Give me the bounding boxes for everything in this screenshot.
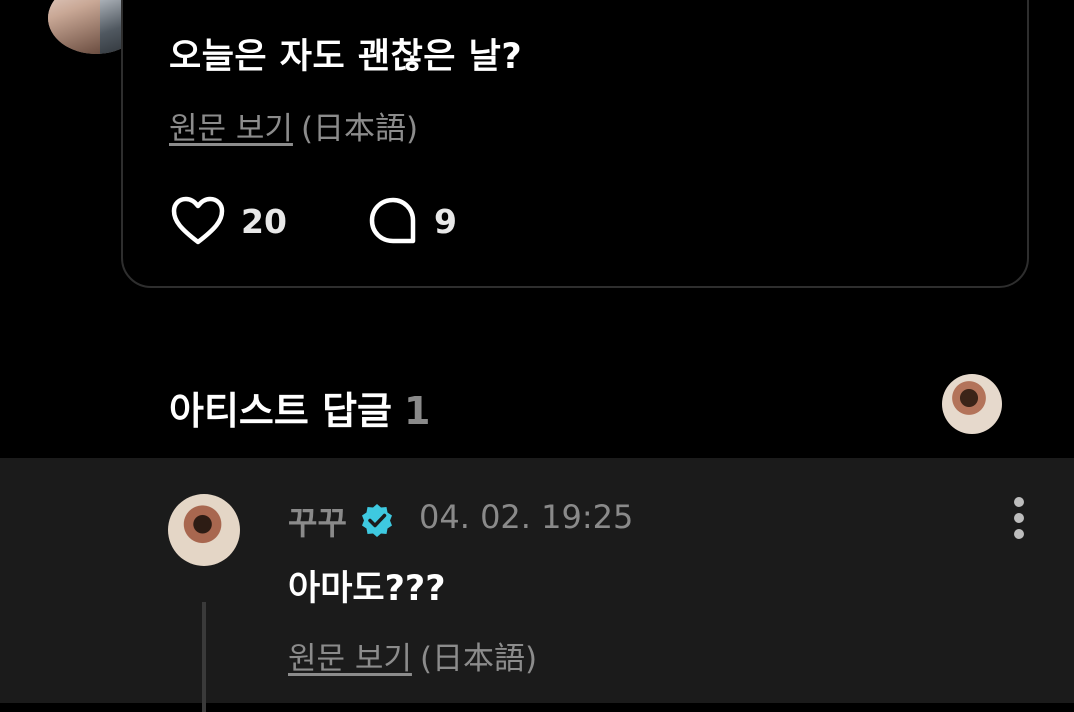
- reply-author-avatar[interactable]: [168, 494, 240, 566]
- thread-line: [202, 602, 206, 712]
- artist-replies-header: 아티스트 답글 1: [169, 380, 430, 435]
- avatar-photo-left: [48, 0, 100, 54]
- view-original-row: 원문 보기 (日本語): [169, 103, 418, 148]
- like-button[interactable]: 20: [171, 196, 287, 246]
- reply-original-language: (日本語): [419, 641, 538, 677]
- post-text: 오늘은 자도 괜찮은 날?: [169, 37, 523, 77]
- reply-author-name[interactable]: 꾸꾸: [288, 498, 347, 544]
- comment-bubble-icon: [369, 197, 416, 244]
- reply-text: 아마도???: [288, 569, 446, 609]
- more-options-button[interactable]: [1004, 497, 1034, 539]
- more-vertical-icon: [1014, 497, 1024, 507]
- comment-count: 9: [434, 201, 457, 241]
- like-count: 20: [241, 201, 287, 241]
- artist-avatar[interactable]: [942, 374, 1002, 434]
- reply-view-original-row: 원문 보기 (日本語): [288, 633, 537, 678]
- verified-badge-icon: [362, 504, 392, 537]
- artist-replies-count: 1: [404, 389, 431, 433]
- heart-icon: [171, 196, 225, 245]
- view-original-link[interactable]: 원문 보기: [169, 111, 293, 147]
- reply-timestamp: 04. 02. 19:25: [419, 498, 634, 536]
- original-language: (日本語): [300, 111, 419, 147]
- reply-view-original-link[interactable]: 원문 보기: [288, 641, 412, 677]
- comment-button[interactable]: 9: [368, 196, 457, 246]
- artist-replies-title: 아티스트 답글: [169, 389, 392, 433]
